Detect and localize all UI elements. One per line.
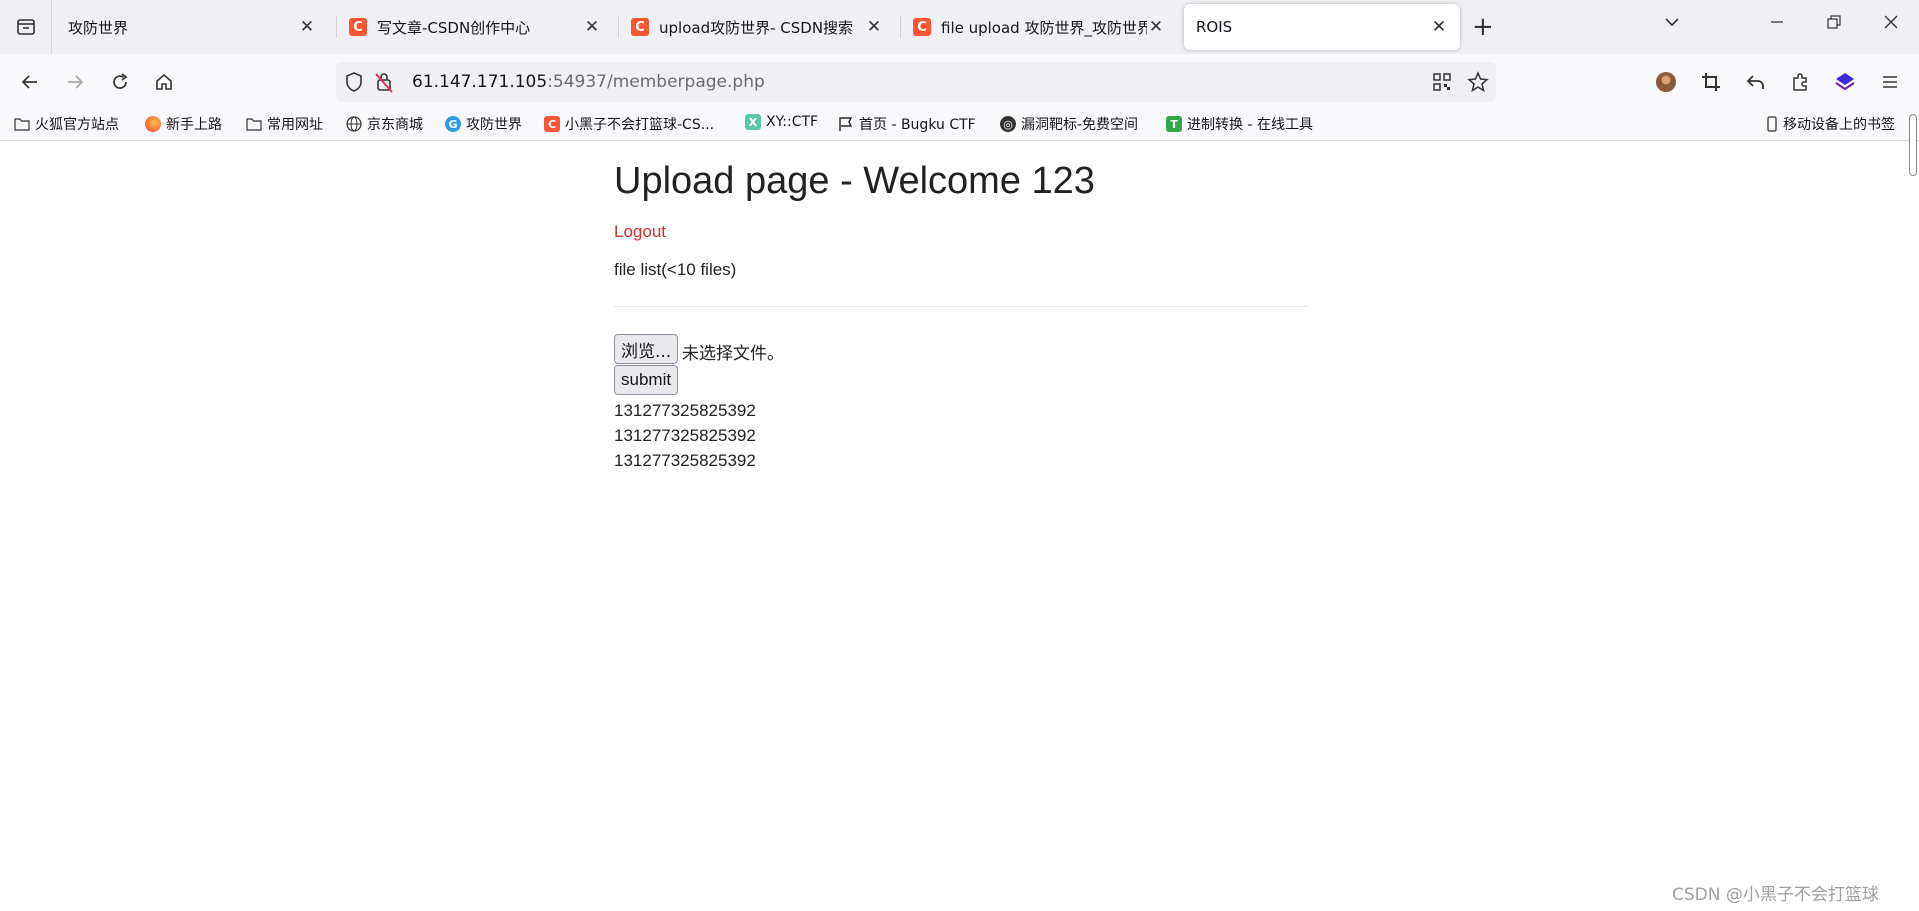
extensions-icon[interactable] <box>1788 70 1812 94</box>
tab-title: upload攻防世界- CSDN搜索 <box>659 18 854 37</box>
csdn-icon: C <box>544 116 560 132</box>
tab-strip: 攻防世界 ✕ C 写文章-CSDN创作中心 ✕ C upload攻防世界- CS… <box>0 0 1919 54</box>
list-item: 131277325825392 <box>614 426 756 445</box>
bookmark-label: 进制转换 - 在线工具 <box>1187 117 1313 133</box>
mobile-bookmarks[interactable]: 移动设备上的书签 <box>1766 114 1895 134</box>
close-window-icon[interactable] <box>1884 14 1898 30</box>
csdn-icon: C <box>913 18 931 36</box>
menu-icon[interactable] <box>1878 70 1902 94</box>
tab-csdn-write[interactable]: C 写文章-CSDN创作中心 ✕ <box>337 4 613 50</box>
bookmark-label: 火狐官方站点 <box>35 117 119 133</box>
flag-icon <box>838 116 854 132</box>
bookmark-label: 京东商城 <box>367 117 423 133</box>
firefox-icon <box>145 116 161 132</box>
bookmark-item[interactable]: C 小黑子不会打篮球-CS... <box>544 114 714 134</box>
close-icon[interactable]: ✕ <box>298 17 316 37</box>
bookmark-label: XY::CTF <box>766 114 819 130</box>
page-title: Upload page - Welcome 123 <box>614 160 1095 202</box>
home-icon[interactable] <box>152 70 176 94</box>
bookmark-item[interactable]: ◎ 漏洞靶标-免费空间 <box>1000 114 1138 134</box>
layers-extension-icon[interactable] <box>1833 70 1857 94</box>
reload-icon[interactable] <box>108 70 132 94</box>
globe-icon <box>346 116 362 132</box>
tab-title: file upload 攻防世界_攻防世界 <box>941 18 1147 37</box>
bookmark-item[interactable]: 火狐官方站点 <box>14 114 119 134</box>
tab-gongfang[interactable]: 攻防世界 ✕ <box>56 4 328 50</box>
back-icon[interactable] <box>18 70 42 94</box>
undo-icon[interactable] <box>1744 70 1768 94</box>
csdn-icon: C <box>631 18 649 36</box>
address-bar[interactable]: 61.147.171.105:54937/memberpage.php <box>336 62 1496 102</box>
close-icon[interactable]: ✕ <box>865 17 883 37</box>
tab-title: 攻防世界 <box>68 18 129 37</box>
list-item: 131277325825392 <box>614 401 756 420</box>
bookmark-label: 新手上路 <box>166 117 222 133</box>
tab-csdn-search[interactable]: C upload攻防世界- CSDN搜索 ✕ <box>619 4 895 50</box>
bookmark-item[interactable]: 京东商城 <box>346 114 423 134</box>
tab-title: ROIS <box>1196 18 1233 36</box>
browse-button[interactable]: 浏览... <box>614 334 679 364</box>
navigation-toolbar: 61.147.171.105:54937/memberpage.php <box>0 54 1919 110</box>
bookmark-item[interactable]: G 攻防世界 <box>445 114 522 134</box>
bookmark-label: 首页 - Bugku CTF <box>859 117 976 133</box>
file-list: 131277325825392 131277325825392 13127732… <box>614 398 756 473</box>
bookmark-label: 攻防世界 <box>466 117 522 133</box>
tab-title: 写文章-CSDN创作中心 <box>377 18 531 37</box>
bookmark-item[interactable]: 常用网址 <box>246 114 323 134</box>
qr-code-icon[interactable] <box>1432 72 1452 92</box>
tab-csdn-fileupload[interactable]: C file upload 攻防世界_攻防世界 ✕ <box>901 4 1177 50</box>
tab-rois[interactable]: ROIS ✕ <box>1184 4 1460 50</box>
restore-icon[interactable] <box>1827 14 1841 30</box>
list-item: 131277325825392 <box>614 451 756 470</box>
avatar[interactable] <box>1654 70 1678 94</box>
bookmark-item[interactable]: 新手上路 <box>145 114 222 134</box>
file-list-label: file list(<10 files) <box>614 260 737 279</box>
close-icon[interactable]: ✕ <box>1147 17 1165 37</box>
adworld-icon: G <box>445 116 461 132</box>
close-icon[interactable]: ✕ <box>583 17 601 37</box>
xyctf-icon: X <box>745 114 761 130</box>
logout-link[interactable]: Logout <box>614 222 666 242</box>
tab-overview-icon <box>16 19 35 35</box>
bug-icon: ◎ <box>1000 116 1016 132</box>
folder-icon <box>246 116 262 132</box>
url-text[interactable]: 61.147.171.105:54937/memberpage.php <box>412 72 765 92</box>
mobile-icon <box>1766 116 1778 132</box>
csdn-icon: C <box>349 18 367 36</box>
url-host: 61.147.171.105 <box>412 72 548 92</box>
watermark: CSDN @小黑子不会打篮球 <box>1672 885 1879 905</box>
bookmark-label: 移动设备上的书签 <box>1783 117 1895 133</box>
chevron-down-icon[interactable] <box>1664 14 1680 30</box>
new-tab-icon[interactable]: + <box>1472 12 1494 42</box>
shield-icon[interactable] <box>344 71 364 93</box>
forward-icon[interactable] <box>63 70 87 94</box>
no-file-selected-label: 未选择文件。 <box>682 344 784 364</box>
bookmark-label: 漏洞靶标-免费空间 <box>1021 117 1139 133</box>
minimize-icon[interactable] <box>1770 14 1784 30</box>
tab-list-button[interactable] <box>0 0 52 54</box>
bookmark-item[interactable]: T 进制转换 - 在线工具 <box>1166 114 1313 134</box>
scrollbar[interactable] <box>1909 114 1917 176</box>
url-path: :54937/memberpage.php <box>547 72 765 92</box>
tool-icon: T <box>1166 116 1182 132</box>
crop-icon[interactable] <box>1699 70 1723 94</box>
insecure-lock-icon[interactable] <box>374 71 394 93</box>
bookmark-label: 常用网址 <box>267 117 323 133</box>
submit-button[interactable]: submit <box>614 365 679 395</box>
close-icon[interactable]: ✕ <box>1430 17 1448 37</box>
bookmark-item[interactable]: 首页 - Bugku CTF <box>838 114 976 134</box>
bookmark-label: 小黑子不会打篮球-CS... <box>565 117 715 133</box>
divider <box>614 306 1309 307</box>
bookmark-star-icon[interactable] <box>1467 71 1489 93</box>
bookmarks-toolbar: 火狐官方站点 新手上路 常用网址 京东商城 G 攻防世界 C 小黑子不会打篮球-… <box>0 110 1919 141</box>
folder-icon <box>14 116 30 132</box>
bookmark-item[interactable]: X XY::CTF <box>745 114 818 130</box>
